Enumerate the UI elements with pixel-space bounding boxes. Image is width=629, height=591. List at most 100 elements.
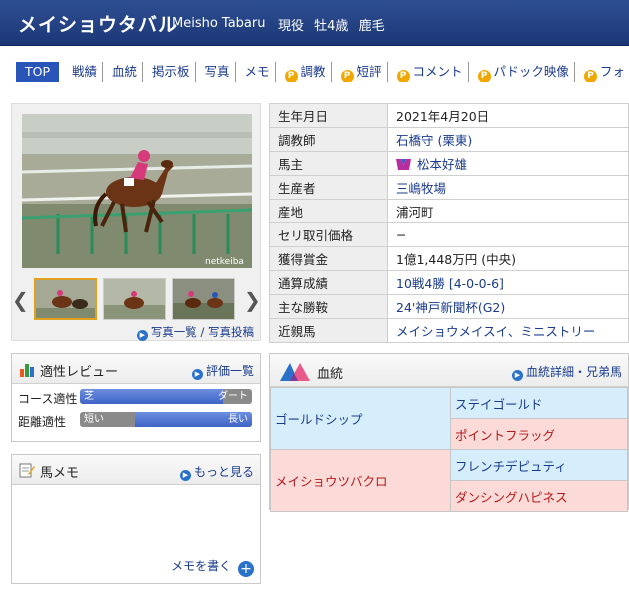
table-row: 近親馬 メイショウメイスイ、ミニストリー <box>269 318 629 343</box>
horse-memo-panel: 馬メモ ▶ もっと見る メモを書く + <box>11 454 261 584</box>
tab-pedigree[interactable]: 血統 <box>107 62 144 82</box>
tab-photo-paddock[interactable]: Pフォトパドック <box>579 62 629 82</box>
tab-training[interactable]: P 調教 <box>280 62 332 82</box>
table-row: 主な勝鞍 24'神戸新聞杯(G2) <box>269 294 629 320</box>
table-row: 獲得賞金 1億1,448万円 (中央) <box>269 246 629 272</box>
photo-thumbnail[interactable] <box>34 278 97 320</box>
tab-label: コメント <box>412 64 463 79</box>
course-aptitude-fill <box>80 389 223 404</box>
horse-name-english: Meisho Tabaru <box>172 16 266 31</box>
profile-key: 調教師 <box>269 126 388 152</box>
course-aptitude-bar: 芝 ダート <box>80 389 252 404</box>
auction-price: − <box>387 222 629 248</box>
photo-watermark: netkeiba <box>205 257 244 267</box>
sire-sire-link[interactable]: ステイゴールド <box>450 387 628 419</box>
chevron-left-icon[interactable]: ❮ <box>12 288 29 312</box>
panel-title: 血統 <box>317 367 344 382</box>
horse-name: メイショウタバル <box>18 14 179 36</box>
dirt-label: ダート <box>218 391 248 402</box>
arrow-right-icon: ▶ <box>136 330 148 341</box>
plus-icon: + <box>238 561 254 577</box>
career-record[interactable]: 10戦4勝 [4-0-0-6] <box>387 270 629 296</box>
sire-link[interactable]: ゴールドシップ <box>270 387 451 450</box>
tab-label: 短評 <box>356 64 382 79</box>
horse-header: メイショウタバル Meisho Tabaru 現役 牡4歳 鹿毛 <box>0 0 629 46</box>
profile-key: セリ取引価格 <box>269 222 388 248</box>
arrow-right-icon: ▶ <box>191 369 203 380</box>
table-row: 通算成績 10戦4勝 [4-0-0-6] <box>269 270 629 296</box>
breeder-link[interactable]: 三嶋牧場 <box>387 174 629 200</box>
tab-label: フォトパドック <box>599 64 629 79</box>
relatives-links[interactable]: メイショウメイスイ、ミニストリー <box>387 318 629 343</box>
dam-sire-link[interactable]: フレンチデピュティ <box>450 449 628 481</box>
memo-pencil-icon <box>19 463 35 478</box>
profile-key: 獲得賞金 <box>269 246 388 272</box>
photo-thumbnail[interactable] <box>172 278 235 320</box>
photo-thumbnails: ❮ ❯ <box>12 278 262 322</box>
table-row: メイショウツバクロ フレンチデピュティ <box>270 449 628 512</box>
horse-status: 現役 牡4歳 鹿毛 <box>278 15 391 34</box>
tab-top[interactable]: TOP <box>16 62 60 82</box>
tab-short-review[interactable]: P 短評 <box>336 62 388 82</box>
link-label: もっと見る <box>193 465 254 479</box>
photo-links[interactable]: ▶ 写真一覧 / 写真投稿 <box>136 324 254 341</box>
tab-paddock-video[interactable]: P パドック映像 <box>473 62 575 82</box>
pedigree-table: ゴールドシップ ステイゴールド ポイントフラッグ メイショウツバクロ フレンチデ… <box>270 387 628 512</box>
arrow-right-icon: ▶ <box>179 470 191 481</box>
photo-list-link[interactable]: 写真一覧 / 写真投稿 <box>151 325 254 339</box>
premium-icon: P <box>284 70 298 82</box>
distance-aptitude-bar: 短い 長い <box>80 412 252 427</box>
course-aptitude-row: コース適性 芝 ダート <box>12 388 260 407</box>
long-label: 長い <box>228 414 248 425</box>
aptitude-review-panel: 適性レビュー ▶ 評価一覧 コース適性 芝 ダート 距離適性 短い 長い <box>11 353 261 442</box>
table-row: 生年月日 2021年4月20日 <box>269 103 629 128</box>
coat-color: 鹿毛 <box>358 19 385 34</box>
see-more-link[interactable]: ▶ もっと見る <box>179 463 254 481</box>
sex-age: 牡4歳 <box>314 19 349 34</box>
profile-key: 生年月日 <box>269 103 388 128</box>
main-horse-photo[interactable]: netkeiba <box>22 114 252 268</box>
table-row: 馬主 松本好雄 <box>269 150 629 176</box>
birthplace: 浦河町 <box>387 198 629 224</box>
photo-thumbnail[interactable] <box>103 278 166 320</box>
premium-icon: P <box>340 70 354 82</box>
panel-title: 馬メモ <box>40 466 80 481</box>
write-memo-button[interactable]: メモを書く + <box>171 557 254 577</box>
panel-header: 血統 ▶ 血統詳細・兄弟馬 <box>270 354 628 387</box>
tab-comment[interactable]: P コメント <box>392 62 469 82</box>
horse-nav: TOP 戦績 血統 掲示板 写真 メモ P 調教 P 短評 P コメント P パドック映… <box>16 62 629 82</box>
owner-link[interactable]: 松本好雄 <box>417 157 467 172</box>
bar-chart-icon <box>20 364 34 377</box>
active-status: 現役 <box>278 19 305 34</box>
premium-icon: P <box>583 70 597 82</box>
tab-results[interactable]: 戦績 <box>67 62 104 82</box>
chevron-right-icon[interactable]: ❯ <box>244 288 261 312</box>
table-row: ゴールドシップ ステイゴールド <box>270 387 628 450</box>
trainer-link[interactable]: 石橋守 (栗東) <box>387 126 629 152</box>
owner-silks-icon <box>396 158 411 170</box>
table-row: 調教師 石橋守 (栗東) <box>269 126 629 152</box>
owner-cell: 松本好雄 <box>387 150 629 176</box>
profile-key: 近親馬 <box>269 318 388 343</box>
tab-board[interactable]: 掲示板 <box>147 62 196 82</box>
horse-profile-table: 生年月日 2021年4月20日 調教師 石橋守 (栗東) 馬主 松本好雄 生産者 三嶋… <box>269 103 629 343</box>
rating-list-link[interactable]: ▶ 評価一覧 <box>191 362 254 380</box>
profile-key: 馬主 <box>269 150 388 176</box>
link-label: 評価一覧 <box>205 364 254 378</box>
main-win-link[interactable]: 24'神戸新聞杯(G2) <box>387 294 629 320</box>
tab-label: 調教 <box>300 64 326 79</box>
pedigree-logo-icon <box>280 363 310 381</box>
pedigree-detail-link[interactable]: ▶ 血統詳細・兄弟馬 <box>511 363 622 381</box>
distance-aptitude-row: 距離適性 短い 長い <box>12 411 260 430</box>
table-row: セリ取引価格 − <box>269 222 629 248</box>
birth-date: 2021年4月20日 <box>387 103 629 128</box>
dam-dam-link[interactable]: ダンシングハピネス <box>450 480 628 512</box>
sire-dam-link[interactable]: ポイントフラッグ <box>450 418 628 450</box>
profile-key: 通算成績 <box>269 270 388 296</box>
write-memo-label: メモを書く <box>171 559 232 573</box>
premium-icon: P <box>396 70 410 82</box>
tab-memo[interactable]: メモ <box>240 62 276 82</box>
tab-photos[interactable]: 写真 <box>200 62 236 82</box>
dam-link[interactable]: メイショウツバクロ <box>270 449 451 512</box>
arrow-right-icon: ▶ <box>511 370 523 381</box>
